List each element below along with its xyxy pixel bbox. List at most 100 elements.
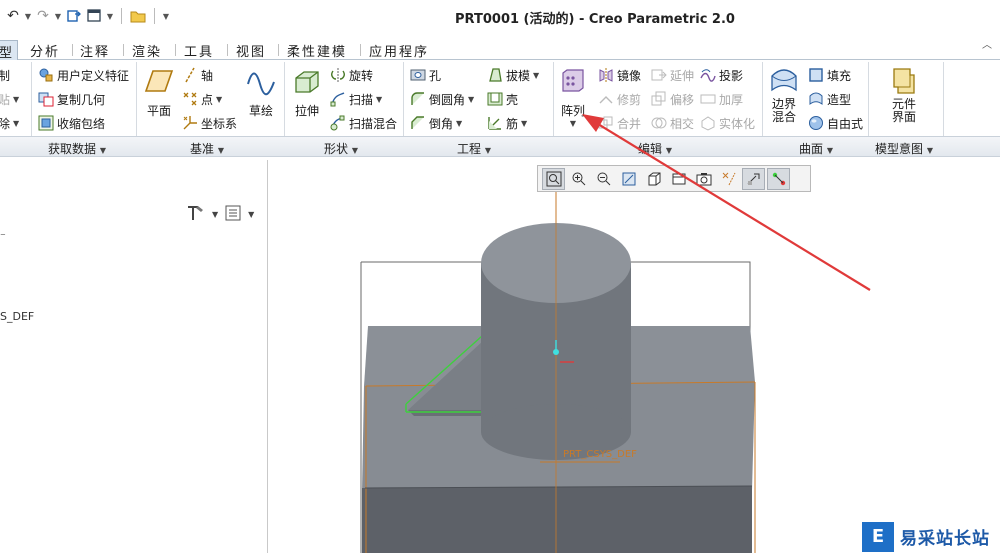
- tab-divider: [227, 44, 228, 56]
- thicken-button[interactable]: 加厚: [700, 89, 743, 109]
- tree-filter-icon[interactable]: [224, 204, 242, 225]
- copy-geometry-label: 复制几何: [57, 92, 106, 107]
- axis-button[interactable]: 轴: [182, 65, 213, 85]
- group-model-intent[interactable]: 模型意图 ▼: [875, 140, 933, 157]
- trim-button[interactable]: 修剪: [598, 89, 641, 109]
- group-label: 获取数据: [48, 142, 97, 156]
- pattern-button[interactable]: 阵列 ▼: [557, 66, 589, 128]
- copy-geometry-icon: [38, 91, 54, 107]
- chevron-down-icon: ▼: [665, 146, 672, 155]
- group-editing[interactable]: 编辑 ▼: [638, 140, 672, 157]
- sketch-button[interactable]: 草绘: [244, 66, 278, 119]
- fill-label: 填充: [827, 68, 852, 83]
- tree-settings-dropdown-icon[interactable]: ▼: [212, 210, 218, 219]
- hole-label: 孔: [429, 68, 442, 83]
- tab-label: 注释: [80, 45, 111, 60]
- user-feature-icon: [38, 67, 54, 83]
- chamfer-label: 倒角: [429, 116, 454, 131]
- draft-button[interactable]: 拔模 ▼: [487, 65, 539, 85]
- tab-label: 视图: [236, 45, 267, 60]
- display-style-icon[interactable]: [642, 168, 665, 190]
- group-shapes[interactable]: 形状 ▼: [324, 140, 358, 157]
- fill-button[interactable]: 填充: [808, 65, 851, 85]
- zoom-in-icon[interactable]: [567, 168, 590, 190]
- group-label: 基准: [190, 142, 215, 156]
- hole-icon: [410, 67, 426, 83]
- component-interface-label: 元件 界面: [891, 97, 916, 124]
- tree-settings-icon[interactable]: [186, 204, 206, 225]
- extend-button[interactable]: 延伸: [651, 65, 694, 85]
- plane-icon: [144, 66, 174, 96]
- chevron-down-icon: ▼: [484, 146, 491, 155]
- tab-analysis[interactable]: 分析: [30, 40, 60, 60]
- freestyle-icon: [808, 115, 824, 131]
- project-button[interactable]: 投影: [700, 65, 743, 85]
- csys-button[interactable]: 坐标系: [182, 113, 237, 133]
- group-surfaces[interactable]: 曲面 ▼: [799, 140, 833, 157]
- extrude-button[interactable]: 拉伸: [290, 66, 324, 119]
- plane-button[interactable]: 平面: [142, 66, 176, 119]
- copy-geometry-button[interactable]: 复制几何: [38, 89, 105, 109]
- sweep-dropdown-icon: ▼: [376, 94, 383, 104]
- intersect-button[interactable]: 相交: [651, 113, 694, 133]
- tree-filter-dropdown-icon[interactable]: ▼: [248, 210, 254, 219]
- group-get-data[interactable]: 获取数据 ▼: [48, 140, 106, 157]
- boundary-blend-button[interactable]: 边界 混合: [766, 66, 802, 124]
- delete-dropdown-icon: ▼: [13, 118, 20, 128]
- tab-render[interactable]: 渲染: [132, 40, 162, 60]
- spin-center-icon[interactable]: [742, 167, 765, 190]
- tree-item-stub[interactable]: ⁻: [0, 230, 6, 243]
- group-datum[interactable]: 基准 ▼: [190, 140, 224, 157]
- tab-tools[interactable]: 工具: [184, 40, 214, 60]
- group-engineering[interactable]: 工程 ▼: [457, 140, 491, 157]
- style-icon: [808, 91, 824, 107]
- watermark-text: 易采站长站: [900, 529, 990, 549]
- datum-display-filter-icon[interactable]: [717, 168, 740, 190]
- model-viewport[interactable]: [269, 160, 1000, 553]
- tab-flexible-modeling[interactable]: 柔性建模: [287, 40, 347, 60]
- merge-button[interactable]: 合并: [598, 113, 641, 133]
- view-manager-icon[interactable]: [692, 168, 715, 190]
- revolve-button[interactable]: 旋转: [330, 65, 373, 85]
- tab-annotate[interactable]: 注释: [80, 40, 110, 60]
- freestyle-button[interactable]: 自由式: [808, 113, 863, 133]
- point-button[interactable]: 点 ▼: [182, 89, 222, 109]
- tab-applications[interactable]: 应用程序: [369, 40, 429, 60]
- refit-icon[interactable]: [542, 167, 565, 190]
- extrude-icon: [292, 66, 322, 96]
- ribbon-collapse-icon[interactable]: ︿: [982, 36, 992, 51]
- paste-dropdown-icon: ▼: [13, 94, 20, 104]
- paste-button[interactable]: 贴 ▼: [0, 89, 19, 109]
- round-button[interactable]: 倒圆角 ▼: [410, 89, 474, 109]
- zoom-out-icon[interactable]: [592, 168, 615, 190]
- sweep-button[interactable]: 扫描 ▼: [330, 89, 382, 109]
- solidify-button[interactable]: 实体化: [700, 113, 755, 133]
- user-defined-feature-button[interactable]: 用户定义特征: [38, 65, 129, 85]
- tree-item-csys[interactable]: S_DEF: [0, 310, 34, 323]
- axis-label: 轴: [201, 68, 214, 83]
- annotation-display-icon[interactable]: [767, 167, 790, 190]
- mirror-button[interactable]: 镜像: [598, 65, 641, 85]
- component-interface-button[interactable]: 元件 界面: [884, 66, 924, 124]
- copy-button[interactable]: 制: [0, 65, 10, 85]
- tab-view[interactable]: 视图: [236, 40, 266, 60]
- intersect-label: 相交: [670, 116, 695, 131]
- style-button[interactable]: 造型: [808, 89, 851, 109]
- shell-button[interactable]: 壳: [487, 89, 518, 109]
- thicken-icon: [700, 91, 716, 107]
- swept-blend-button[interactable]: 扫描混合: [330, 113, 397, 133]
- delete-button[interactable]: 除 ▼: [0, 113, 19, 133]
- trim-icon: [598, 91, 614, 107]
- rib-button[interactable]: 筋 ▼: [487, 113, 527, 133]
- chamfer-button[interactable]: 倒角 ▼: [410, 113, 462, 133]
- shrinkwrap-button[interactable]: 收缩包络: [38, 113, 105, 133]
- extend-icon: [651, 67, 667, 83]
- base-front-face: [362, 486, 752, 553]
- style-label: 造型: [827, 92, 852, 107]
- offset-button[interactable]: 偏移: [651, 89, 694, 109]
- tab-model[interactable]: 型: [0, 40, 18, 61]
- repaint-icon[interactable]: [617, 168, 640, 190]
- saved-orientations-icon[interactable]: [667, 168, 690, 190]
- graphics-window[interactable]: PRT_CSYS_DEF: [269, 160, 1000, 553]
- hole-button[interactable]: 孔: [410, 65, 441, 85]
